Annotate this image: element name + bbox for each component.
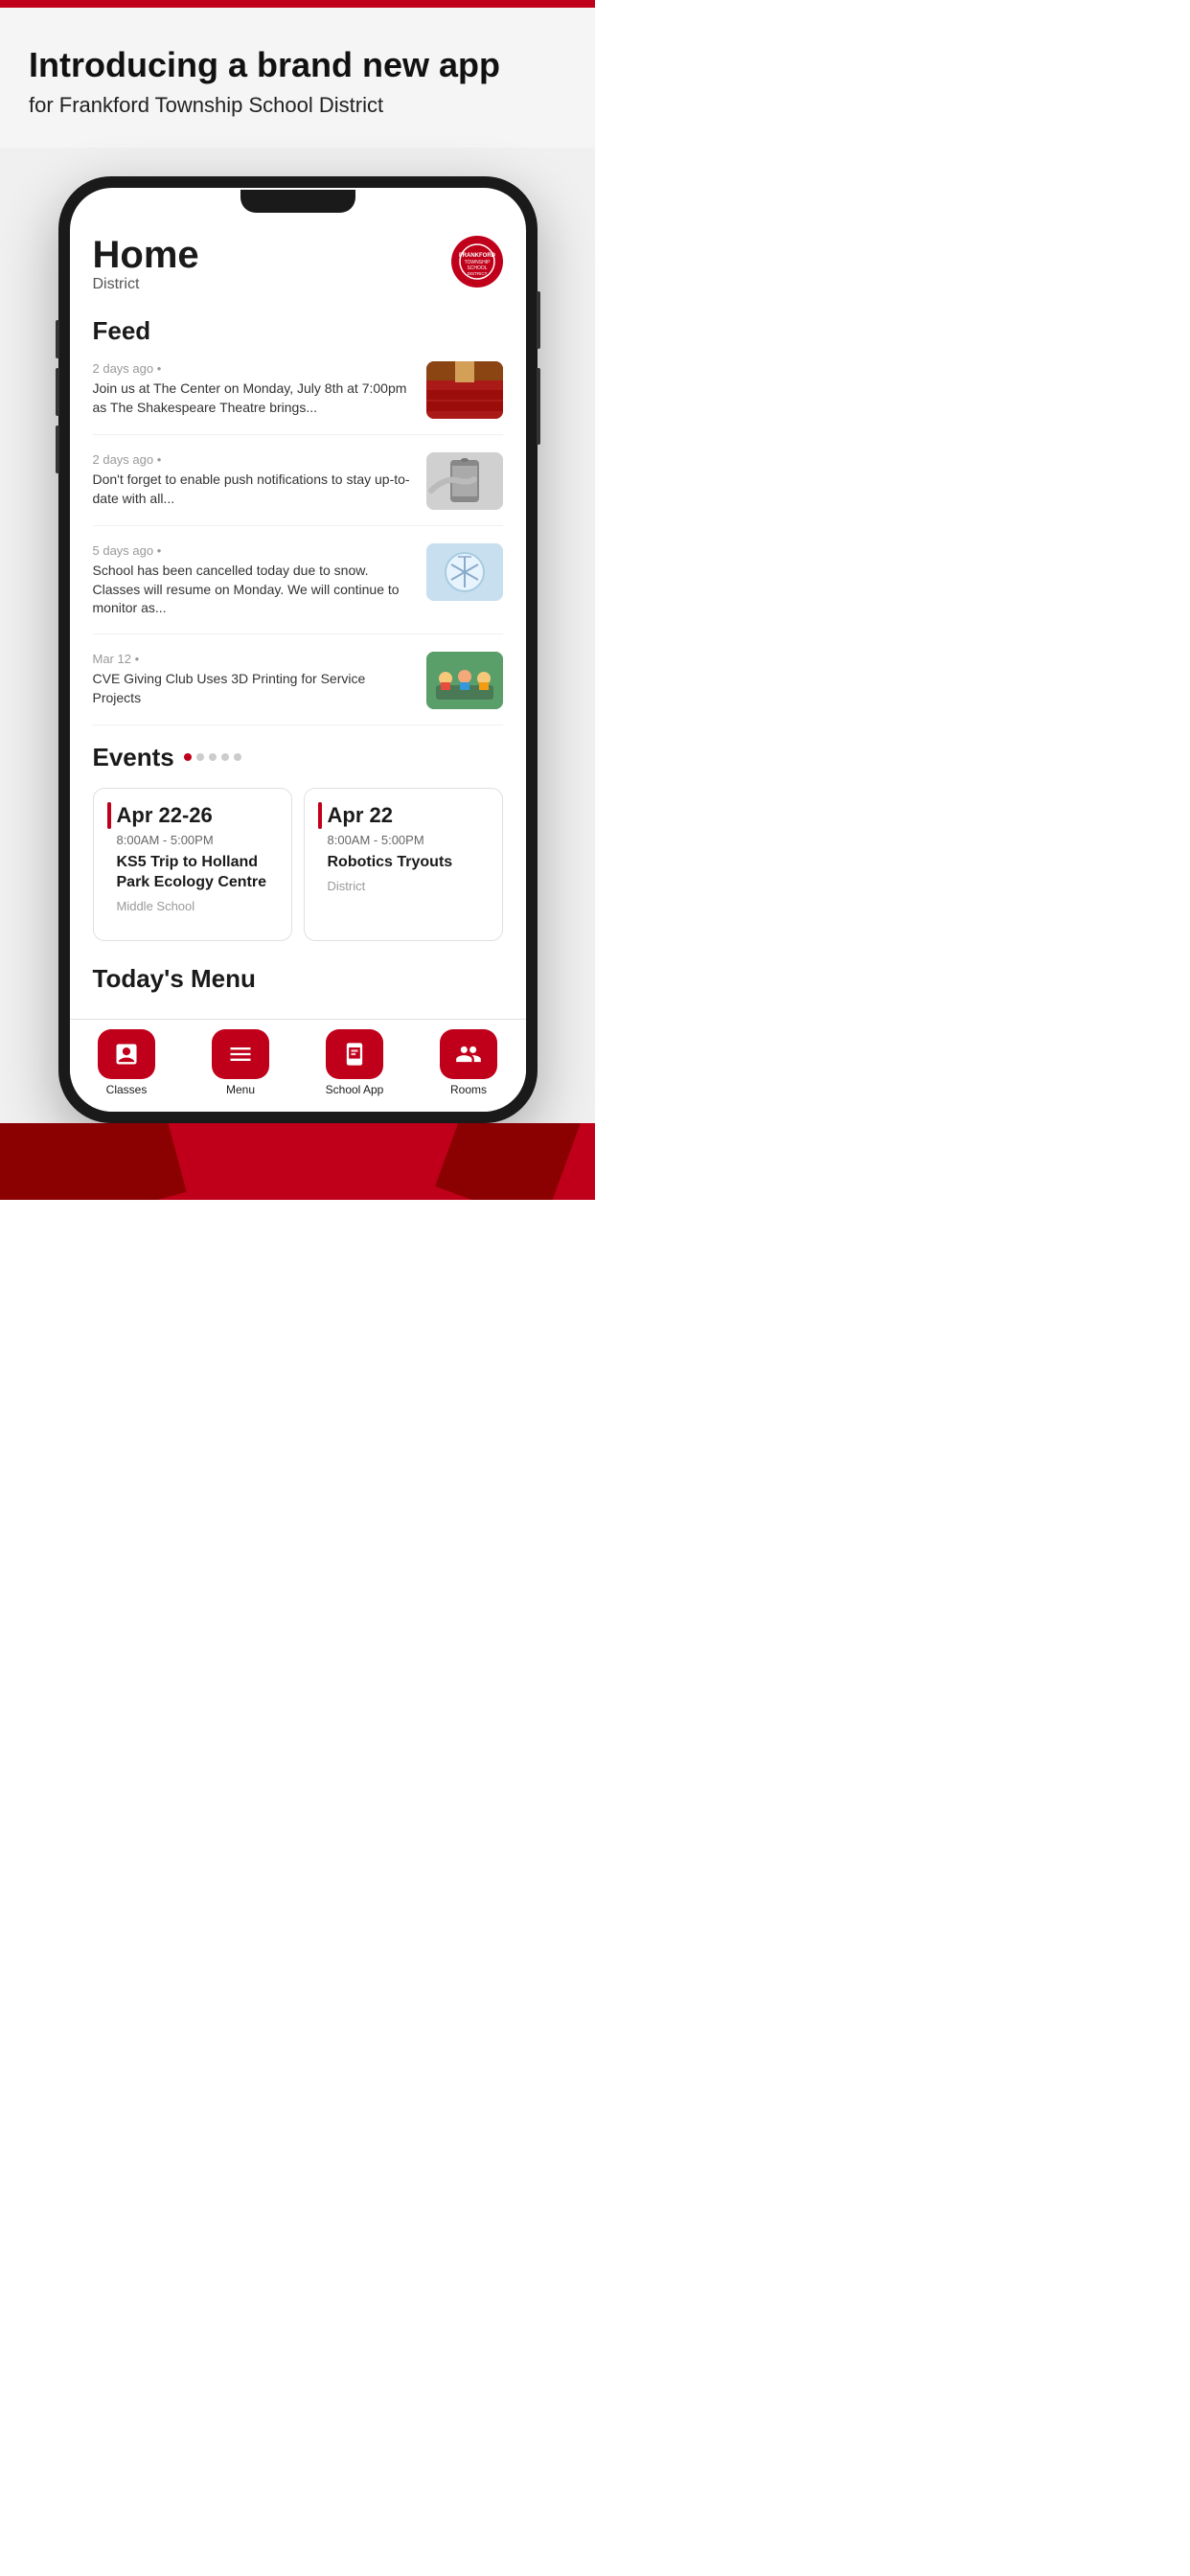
feed-time-3: 5 days ago • [93, 543, 415, 558]
volume-down-button [56, 426, 59, 473]
event-location-2: District [328, 879, 489, 893]
event-red-bar-2 [318, 802, 322, 829]
event-location-1: Middle School [117, 899, 278, 913]
feed-item[interactable]: 2 days ago • Join us at The Center on Mo… [93, 361, 503, 435]
phone-wrapper: Home District FRANKFORD TOWNSHIP SCHOOL … [0, 148, 595, 1123]
menu-icon [227, 1041, 254, 1068]
phone-notch [240, 190, 355, 213]
header-section: Introducing a brand new app for Frankfor… [0, 8, 595, 148]
header-subtitle: for Frankford Township School District [29, 92, 566, 120]
event-date-1: Apr 22-26 [117, 803, 213, 828]
phone-frame: Home District FRANKFORD TOWNSHIP SCHOOL … [58, 176, 538, 1123]
event-name-1: KS5 Trip to Holland Park Ecology Centre [117, 853, 278, 893]
classes-icon-box [98, 1029, 155, 1079]
home-title-group: Home District [93, 236, 199, 293]
feed-image-4 [426, 652, 503, 709]
menu-title: Today's Menu [93, 964, 503, 994]
event-date-bar-2: Apr 22 [318, 802, 489, 829]
school-logo[interactable]: FRANKFORD TOWNSHIP SCHOOL DISTRICT [451, 236, 503, 288]
home-title: Home [93, 236, 199, 274]
event-card-1[interactable]: Apr 22-26 8:00AM - 5:00PM KS5 Trip to Ho… [93, 788, 292, 941]
nav-label-menu: Menu [226, 1083, 255, 1096]
rooms-icon [455, 1041, 482, 1068]
events-header: Events [93, 743, 503, 772]
feed-time-4: Mar 12 • [93, 652, 415, 666]
phone-svg [426, 452, 503, 510]
power-button [537, 291, 540, 349]
theater-image [426, 361, 503, 419]
school-logo-icon: FRANKFORD TOWNSHIP SCHOOL DISTRICT [457, 242, 497, 282]
event-time-2: 8:00AM - 5:00PM [328, 833, 489, 847]
volume-up-button [56, 368, 59, 416]
dot-4 [221, 753, 229, 761]
bottom-nav: Classes Menu [70, 1019, 526, 1112]
event-red-bar [107, 802, 111, 829]
snow-svg [426, 543, 503, 601]
dot-2 [196, 753, 204, 761]
school-app-icon-box [326, 1029, 383, 1079]
nav-label-school-app: School App [326, 1083, 384, 1096]
feed-image-2 [426, 452, 503, 510]
feed-image-1 [426, 361, 503, 419]
screen-content: Home District FRANKFORD TOWNSHIP SCHOOL … [70, 188, 526, 1009]
events-title: Events [93, 743, 174, 772]
feed-text-1: Join us at The Center on Monday, July 8t… [93, 380, 415, 417]
dot-5 [234, 753, 241, 761]
events-dots [184, 753, 241, 761]
feed-text-area: 2 days ago • Join us at The Center on Mo… [93, 361, 415, 417]
header-title: Introducing a brand new app [29, 46, 566, 84]
event-name-2: Robotics Tryouts [328, 853, 489, 873]
snow-image [426, 543, 503, 601]
event-date-bar-1: Apr 22-26 [107, 802, 278, 829]
home-subtitle: District [93, 276, 199, 293]
nav-label-classes: Classes [106, 1083, 148, 1096]
feed-text-2: Don't forget to enable push notification… [93, 471, 415, 508]
feed-item[interactable]: 5 days ago • School has been cancelled t… [93, 543, 503, 634]
menu-icon-box [212, 1029, 269, 1079]
rooms-icon-box [440, 1029, 497, 1079]
home-header: Home District FRANKFORD TOWNSHIP SCHOOL … [93, 236, 503, 293]
event-time-1: 8:00AM - 5:00PM [117, 833, 278, 847]
feed-text-4: CVE Giving Club Uses 3D Printing for Ser… [93, 670, 415, 707]
dot-1 [184, 753, 192, 761]
feed-text-area: Mar 12 • CVE Giving Club Uses 3D Printin… [93, 652, 415, 707]
school-app-icon [341, 1041, 368, 1068]
phone-image [426, 452, 503, 510]
feed-item[interactable]: Mar 12 • CVE Giving Club Uses 3D Printin… [93, 652, 503, 725]
theater-svg [426, 361, 503, 419]
svg-text:DISTRICT: DISTRICT [467, 271, 487, 276]
classes-icon [113, 1041, 140, 1068]
feed-title: Feed [93, 316, 503, 346]
nav-item-classes[interactable]: Classes [70, 1029, 184, 1096]
event-date-2: Apr 22 [328, 803, 393, 828]
feed-time-2: 2 days ago • [93, 452, 415, 467]
bottom-section [0, 1123, 595, 1200]
phone-screen: Home District FRANKFORD TOWNSHIP SCHOOL … [70, 188, 526, 1112]
dot-3 [209, 753, 217, 761]
nav-item-rooms[interactable]: Rooms [412, 1029, 526, 1096]
nav-item-school-app[interactable]: School App [298, 1029, 412, 1096]
side-button-2 [537, 368, 540, 445]
class-svg [426, 652, 503, 709]
feed-image-3 [426, 543, 503, 601]
volume-mute-button [56, 320, 59, 358]
feed-text-3: School has been cancelled today due to s… [93, 562, 415, 618]
nav-item-menu[interactable]: Menu [184, 1029, 298, 1096]
events-row: Apr 22-26 8:00AM - 5:00PM KS5 Trip to Ho… [93, 788, 503, 941]
feed-time-1: 2 days ago • [93, 361, 415, 376]
top-bar [0, 0, 595, 8]
class-image [426, 652, 503, 709]
event-card-2[interactable]: Apr 22 8:00AM - 5:00PM Robotics Tryouts … [304, 788, 503, 941]
feed-text-area: 5 days ago • School has been cancelled t… [93, 543, 415, 618]
feed-text-area: 2 days ago • Don't forget to enable push… [93, 452, 415, 508]
svg-text:FRANKFORD: FRANKFORD [459, 253, 496, 259]
nav-label-rooms: Rooms [450, 1083, 487, 1096]
feed-item[interactable]: 2 days ago • Don't forget to enable push… [93, 452, 503, 526]
